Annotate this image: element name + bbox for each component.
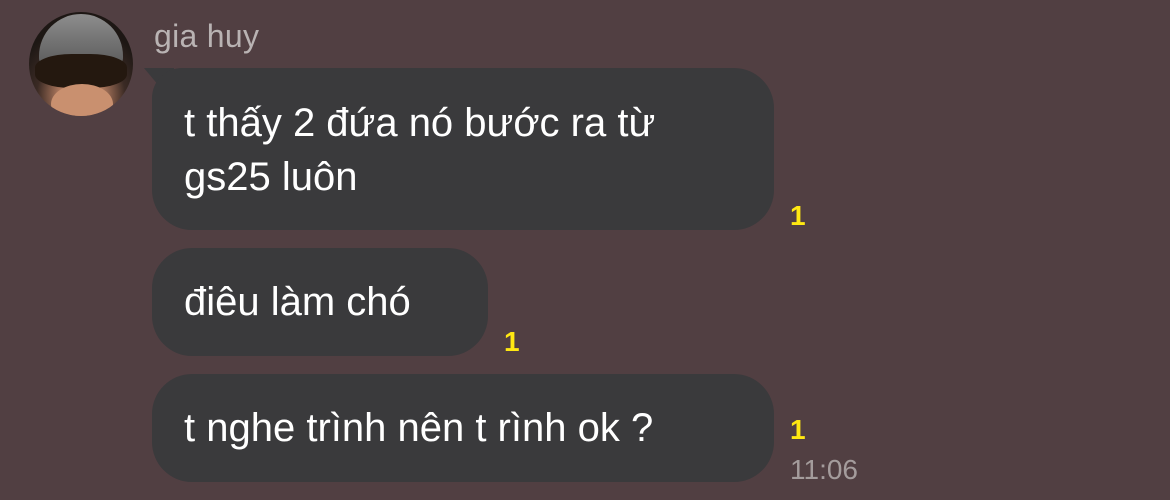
- unread-count: 1: [790, 200, 806, 231]
- unread-count: 1: [504, 326, 520, 357]
- message-text: điêu làm chó: [184, 280, 411, 324]
- avatar-hair: [35, 54, 127, 88]
- message-bubble[interactable]: t thấy 2 đứa nó bước ra từ gs25 luôn: [152, 68, 774, 230]
- message-timestamp: 11:06: [790, 454, 858, 485]
- sender-name[interactable]: gia huy: [154, 18, 259, 55]
- chat-area: gia huy t thấy 2 đứa nó bước ra từ gs25 …: [0, 0, 1170, 500]
- sender-avatar[interactable]: [29, 12, 133, 116]
- avatar-face: [51, 84, 113, 116]
- message-text: t thấy 2 đứa nó bước ra từ gs25 luôn: [184, 101, 656, 199]
- unread-count: 1: [790, 414, 806, 445]
- message-bubble[interactable]: điêu làm chó: [152, 248, 488, 356]
- message-text: t nghe trình nên t rình ok ?: [184, 406, 654, 450]
- message-bubble[interactable]: t nghe trình nên t rình ok ?: [152, 374, 774, 482]
